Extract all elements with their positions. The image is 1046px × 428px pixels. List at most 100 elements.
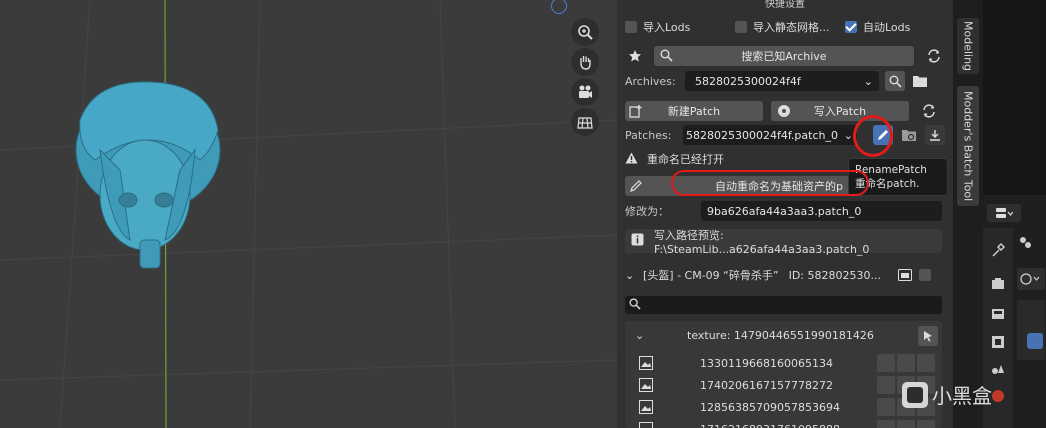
cursor-icon[interactable] (918, 326, 938, 346)
sidebar-panel: 快捷设置 导入Lods 导入静态网格... 自动Lods 搜索已知Archive… (617, 0, 953, 428)
write-path-preview: 写入路径预览: F:\SteamLib...a626afa44a3aa3.pat… (625, 228, 942, 256)
auto-lods-checkbox[interactable]: 自动Lods (845, 19, 910, 35)
texture-id: 12856385709057853694 (700, 400, 840, 414)
shield-icon[interactable] (917, 420, 935, 428)
hand-icon[interactable] (571, 48, 599, 76)
properties-header-icon (1017, 232, 1045, 252)
import-lods-checkbox[interactable]: 导入Lods (625, 19, 735, 35)
refresh-icon[interactable] (877, 420, 895, 428)
texture-row[interactable]: 12856385709057853694 (625, 397, 942, 417)
highlight-circle (853, 115, 893, 157)
watermark-text: 小黑盒 (932, 384, 992, 408)
auto-lods-label: 自动Lods (863, 21, 911, 34)
folder-restore-icon[interactable] (899, 125, 919, 145)
rename-to-label: 修改为： (625, 205, 669, 218)
chevron-down-icon[interactable]: ⌄ (625, 269, 641, 282)
chevron-down-icon[interactable]: ⌄ (635, 329, 644, 342)
tab-modeling-label: Modeling (961, 20, 975, 72)
tab-modeling[interactable]: Modeling (957, 18, 979, 74)
write-path-text: 写入路径预览: F:\SteamLib...a626afa44a3aa3.pat… (654, 228, 870, 256)
warning-icon (625, 152, 641, 167)
new-patch-icon (629, 104, 643, 121)
import-static-mesh-checkbox[interactable]: 导入静态网格... (735, 19, 845, 35)
tool-icon[interactable] (990, 242, 1006, 258)
download-icon[interactable] (897, 354, 915, 372)
highlight-oval (671, 170, 869, 196)
refresh-icon[interactable] (877, 354, 895, 372)
tab-modders-batch-tool[interactable]: Modder's Batch Tool (957, 86, 979, 206)
pencil-icon (629, 179, 643, 196)
refresh-icon[interactable] (877, 376, 895, 394)
write-patch-button[interactable]: 写入Patch (771, 101, 909, 121)
3d-viewport[interactable] (0, 0, 617, 428)
texture-id: 1740206167157778272 (700, 378, 833, 392)
new-patch-label: 新建Patch (667, 105, 721, 118)
shield-icon[interactable] (917, 354, 935, 372)
asset-search-input[interactable] (625, 296, 942, 314)
texture-row[interactable]: 1740206167157778272 (625, 375, 942, 395)
editor-type-icon[interactable] (987, 204, 1021, 222)
rename-to-field[interactable]: 9ba626afa44a3aa3.patch_0 (701, 201, 942, 221)
texture-header: texture: 14790446551990181426 (687, 329, 874, 342)
refresh-icon[interactable] (924, 46, 944, 66)
asset-id: ID: 582802530... (788, 268, 881, 282)
folder-icon[interactable] (910, 71, 930, 91)
refresh-icon[interactable] (919, 101, 939, 121)
import-lods-label: 导入Lods (643, 21, 691, 34)
image-icon (639, 400, 653, 417)
globe-dropdown[interactable] (1017, 268, 1045, 290)
watermark-logo (902, 381, 928, 408)
rename-opened-text: 重命名已经打开 (647, 153, 724, 166)
properties-editor (983, 0, 1046, 428)
texture-id: 1330119668160065134 (700, 356, 833, 370)
patches-dropdown[interactable]: 5828025300024f4f.patch_0 ⌄ (683, 125, 857, 145)
chevron-down-icon: ⌄ (843, 128, 853, 142)
patches-label: Patches: (625, 128, 672, 142)
search-archive-label: 搜索已知Archive (741, 50, 827, 63)
grid-icon[interactable] (571, 108, 599, 136)
search-icon[interactable] (885, 71, 905, 91)
sidebar-tabs: Modeling Modder's Batch Tool (953, 0, 983, 428)
download-icon[interactable] (897, 420, 915, 428)
image-icon (639, 378, 653, 395)
image-icon (639, 356, 653, 373)
image-icon (639, 422, 653, 428)
panel-header: 快捷设置 (765, 0, 805, 10)
search-archive-button[interactable]: 搜索已知Archive (654, 46, 914, 66)
watermark: 小黑盒 (902, 380, 992, 409)
search-icon (660, 49, 673, 65)
rename-to-value: 9ba626afa44a3aa3.patch_0 (707, 204, 862, 218)
head-model (75, 81, 221, 269)
download-icon[interactable] (925, 125, 945, 145)
world-icon[interactable] (990, 388, 1006, 404)
texture-row[interactable]: 17162168931761095888 (625, 419, 942, 428)
zoom-icon[interactable] (571, 18, 599, 46)
tab-modders-batch-tool-label: Modder's Batch Tool (961, 90, 975, 202)
archives-dropdown[interactable]: 5828025300024f4f ⌄ (685, 71, 879, 91)
star-icon[interactable] (625, 46, 645, 66)
write-patch-label: 写入Patch (813, 105, 867, 118)
texture-id: 17162168931761095888 (700, 423, 840, 428)
chevron-down-icon: ⌄ (863, 74, 873, 88)
write-patch-icon (777, 104, 791, 121)
render-icon[interactable] (990, 276, 1006, 292)
tooltip-title: RenamePatch (855, 164, 927, 176)
texture-section: ⌄ texture: 14790446551990181426 13301196… (625, 321, 942, 428)
patches-value: 5828025300024f4f.patch_0 (686, 128, 838, 142)
archives-value: 5828025300024f4f (695, 74, 801, 88)
import-static-mesh-label: 导入静态网格... (753, 21, 830, 34)
camera-icon[interactable] (571, 78, 599, 106)
asset-checkbox[interactable] (919, 269, 931, 281)
image-icon[interactable] (895, 265, 915, 285)
info-icon (631, 233, 644, 249)
viewport-canvas (0, 0, 617, 428)
output-icon[interactable] (990, 306, 1006, 322)
archives-label: Archives: (625, 74, 676, 88)
refresh-icon[interactable] (877, 398, 895, 416)
scene-icon[interactable] (990, 361, 1006, 377)
texture-row[interactable]: 1330119668160065134 (625, 353, 942, 373)
search-icon (629, 297, 641, 313)
view-layer-icon[interactable] (990, 334, 1006, 350)
active-datablock-icon[interactable] (1027, 333, 1043, 349)
new-patch-button[interactable]: 新建Patch (625, 101, 763, 121)
